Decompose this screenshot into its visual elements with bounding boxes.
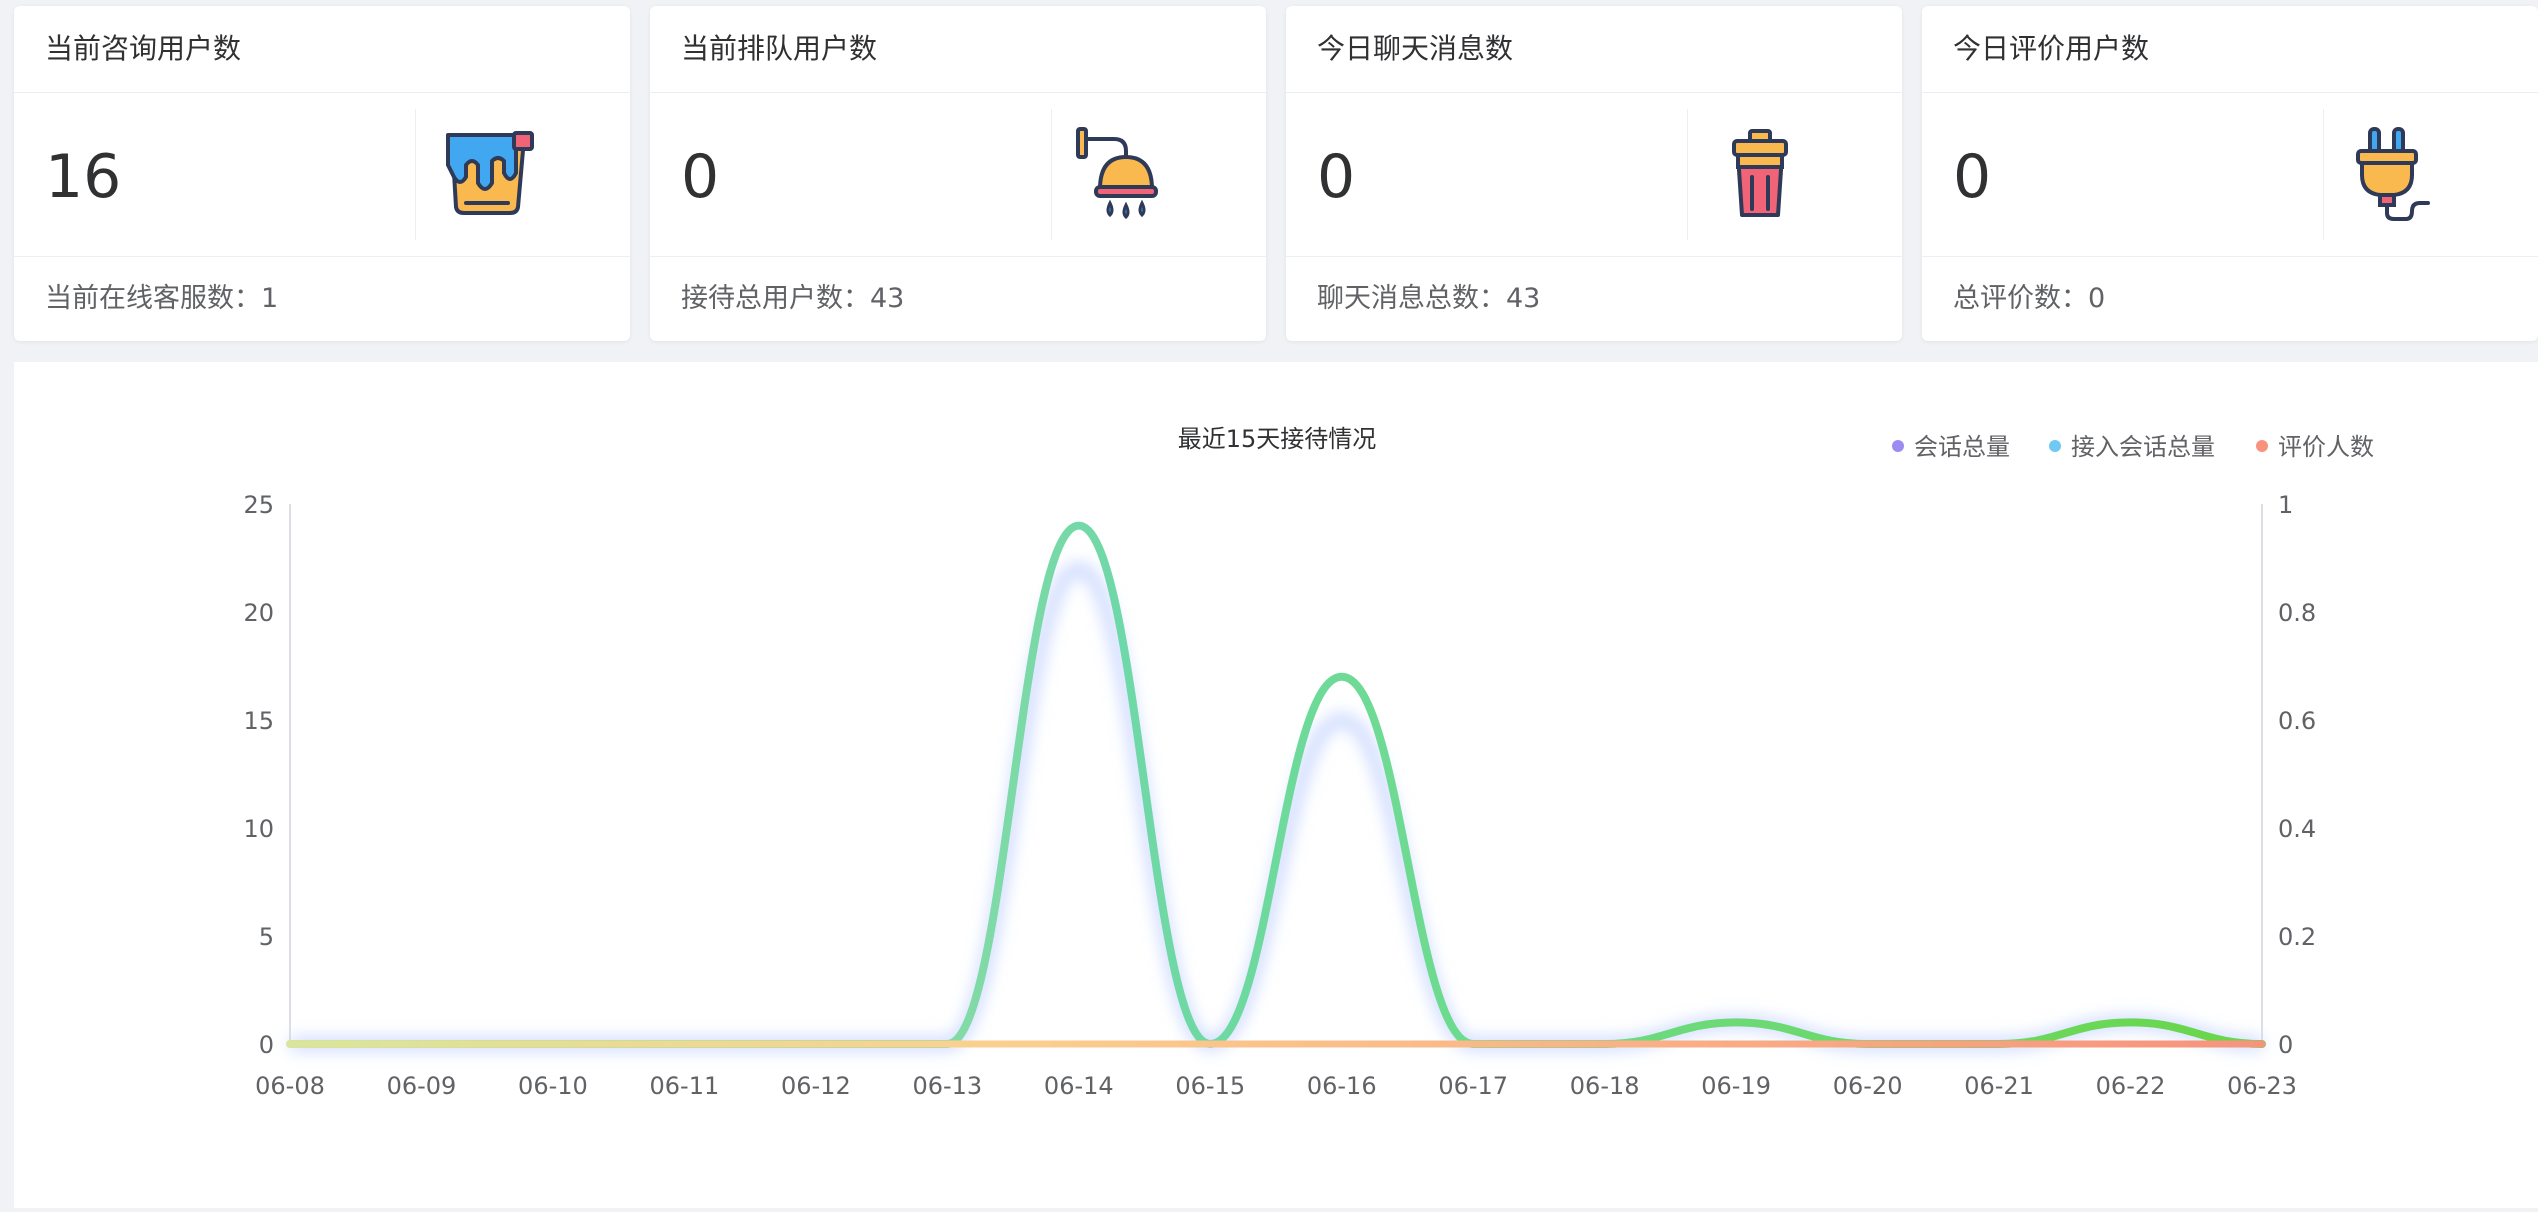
card-title: 今日评价用户数 (1922, 6, 2538, 93)
x-tick-label: 06-22 (2096, 1072, 2166, 1100)
plug-icon (2356, 127, 2430, 221)
x-axis-ticks: 06-08 06-09 06-10 06-11 06-12 06-13 06-14 06-15… (255, 1072, 2297, 1100)
y-left-tick-label: 0 (259, 1031, 274, 1059)
legend-label: 接入会话总量 (2071, 433, 2215, 461)
card-today-messages: 今日聊天消息数 0 聊天消息总数：43 (1286, 6, 1902, 341)
chart-panel: 最近15天接待情况 会话总量 接入会话总量 评价人数 0 5 10 15 20 25 00… (14, 362, 2538, 1208)
y-right-tick-label: 0.6 (2278, 707, 2316, 735)
x-tick-label: 06-14 (1044, 1072, 1114, 1100)
series-line-session-total (289, 562, 2263, 1051)
x-tick-label: 06-09 (387, 1072, 457, 1100)
card-body: 0 (1286, 93, 1902, 257)
card-consulting-users: 当前咨询用户数 16 当前在线客服数：1 (14, 6, 630, 341)
x-tick-label: 06-13 (912, 1072, 982, 1100)
card-body: 0 (650, 93, 1266, 257)
card-value: 16 (45, 142, 122, 212)
card-divider (1687, 109, 1688, 240)
x-tick-label: 06-12 (781, 1072, 851, 1100)
card-title: 当前咨询用户数 (14, 6, 630, 93)
series-line-accepted-session-total (286, 521, 2266, 1049)
stat-cards: 当前咨询用户数 16 当前在线客服数：1 当前排队用户数 0 接待总用户数：43… (14, 6, 2538, 341)
x-tick-label: 06-21 (1964, 1072, 2034, 1100)
x-tick-label: 06-10 (518, 1072, 588, 1100)
card-today-ratings: 今日评价用户数 0 总评价数：0 (1922, 6, 2538, 341)
card-value: 0 (1317, 142, 1356, 212)
card-divider (2323, 109, 2324, 240)
x-tick-label: 06-23 (2227, 1072, 2297, 1100)
card-value: 0 (681, 142, 720, 212)
x-tick-label: 06-19 (1701, 1072, 1771, 1100)
card-body: 16 (14, 93, 630, 257)
series-layer (286, 521, 2266, 1051)
x-tick-label: 06-15 (1175, 1072, 1245, 1100)
card-divider (1051, 109, 1052, 240)
y-axis-left-ticks: 0 5 10 15 20 25 (243, 491, 274, 1059)
trash-bin-icon (1732, 129, 1788, 217)
card-footer: 总评价数：0 (1953, 283, 2106, 314)
card-title: 当前排队用户数 (650, 6, 1266, 93)
paint-bucket-icon (446, 131, 534, 215)
y-left-tick-label: 15 (243, 707, 274, 735)
shower-icon (1076, 127, 1158, 220)
chart-legend: 会话总量 接入会话总量 评价人数 (1892, 433, 2374, 461)
card-value: 0 (1953, 142, 1992, 212)
card-footer: 当前在线客服数：1 (45, 283, 279, 314)
y-right-tick-label: 0.8 (2278, 599, 2316, 627)
y-right-tick-label: 0 (2278, 1031, 2293, 1059)
x-tick-label: 06-17 (1438, 1072, 1508, 1100)
reception-line-chart: 最近15天接待情况 会话总量 接入会话总量 评价人数 0510152025 00… (243, 425, 2374, 1100)
legend-label: 会话总量 (1914, 433, 2010, 461)
chart-title: 最近15天接待情况 (1178, 425, 1377, 453)
x-tick-label: 06-11 (650, 1072, 720, 1100)
card-divider (415, 109, 416, 240)
y-right-tick-label: 0.2 (2278, 923, 2316, 951)
y-axis-right-ticks: 0 0.2 0.4 0.6 0.8 1 (2278, 491, 2316, 1059)
card-queued-users: 当前排队用户数 0 接待总用户数：43 (650, 6, 1266, 341)
card-title: 今日聊天消息数 (1286, 6, 1902, 93)
card-body: 0 (1922, 93, 2538, 257)
y-right-tick-label: 0.4 (2278, 815, 2316, 843)
legend-item-session-total[interactable]: 会话总量 (1892, 433, 2010, 461)
y-left-tick-label: 5 (259, 923, 274, 951)
legend-item-rating-count[interactable]: 评价人数 (2256, 433, 2374, 461)
x-tick-label: 06-08 (255, 1072, 325, 1100)
y-left-tick-label: 10 (243, 815, 274, 843)
x-tick-label: 06-16 (1307, 1072, 1377, 1100)
legend-label: 评价人数 (2278, 433, 2374, 461)
y-right-tick-label: 1 (2278, 491, 2293, 519)
y-left-tick-label: 20 (243, 599, 274, 627)
card-footer: 聊天消息总数：43 (1317, 283, 1541, 314)
x-tick-label: 06-18 (1570, 1072, 1640, 1100)
x-tick-label: 06-20 (1833, 1072, 1903, 1100)
legend-item-accepted-session-total[interactable]: 接入会话总量 (2049, 433, 2215, 461)
card-footer: 接待总用户数：43 (681, 283, 905, 314)
y-left-tick-label: 25 (243, 491, 274, 519)
